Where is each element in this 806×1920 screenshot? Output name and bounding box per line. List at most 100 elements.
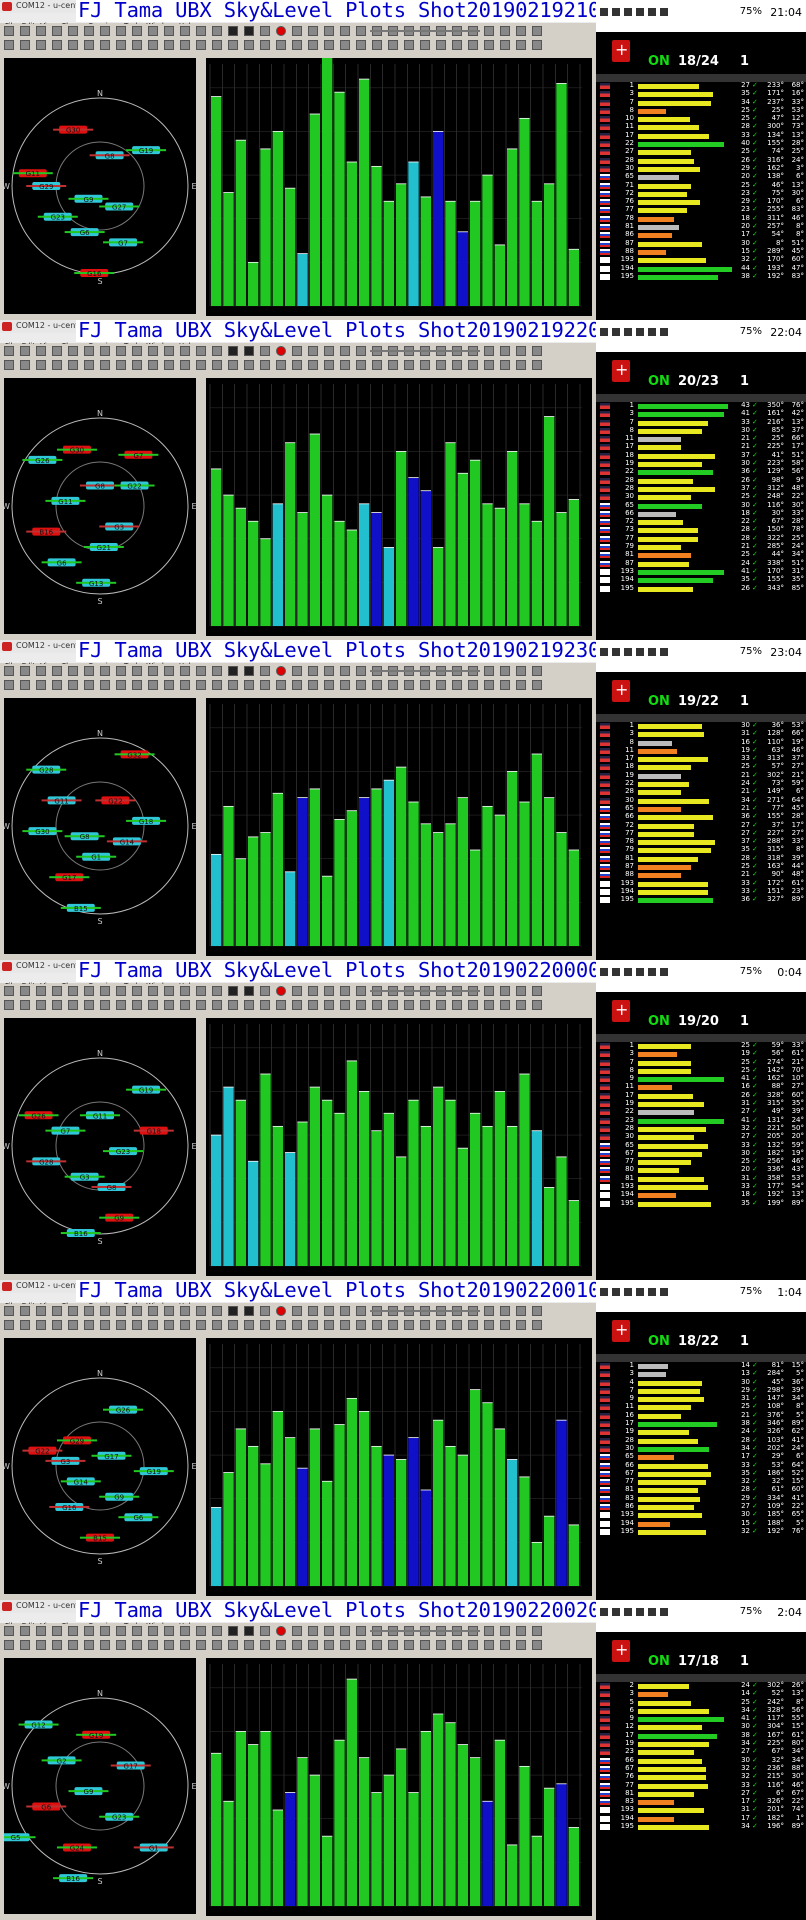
toolbar-icon[interactable]: [340, 666, 350, 676]
toolbar-icon[interactable]: [4, 1320, 14, 1330]
toolbar-icon[interactable]: [132, 26, 142, 36]
toolbar-icon[interactable]: [4, 986, 14, 996]
toolbar-icon[interactable]: [452, 680, 462, 690]
toolbar-icon[interactable]: [228, 1626, 238, 1636]
toolbar-icon[interactable]: [276, 1000, 286, 1010]
toolbar-icon[interactable]: [164, 26, 174, 36]
toolbar-icon[interactable]: [180, 986, 190, 996]
toolbar-icon[interactable]: [500, 360, 510, 370]
toolbar-icon[interactable]: [116, 346, 126, 356]
toolbar-icon[interactable]: [260, 346, 270, 356]
toolbar-icon[interactable]: [532, 1626, 542, 1636]
toolbar-icon[interactable]: [356, 666, 366, 676]
toolbar-icon[interactable]: [180, 666, 190, 676]
playback-slider[interactable]: [370, 1630, 480, 1632]
toolbar-icon[interactable]: [500, 1000, 510, 1010]
toolbar-icon[interactable]: [36, 360, 46, 370]
toolbar-icon[interactable]: [132, 666, 142, 676]
toolbar-icon[interactable]: [452, 40, 462, 50]
toolbar-icon[interactable]: [132, 1320, 142, 1330]
toolbar-icon[interactable]: [100, 346, 110, 356]
toolbar-icon[interactable]: [452, 1640, 462, 1650]
toolbar-icon[interactable]: [180, 26, 190, 36]
toolbar-icon[interactable]: [340, 346, 350, 356]
toolbar-icon[interactable]: [36, 1320, 46, 1330]
toolbar-icon[interactable]: [148, 26, 158, 36]
toolbar-icon[interactable]: [388, 1640, 398, 1650]
toolbar-icon[interactable]: [68, 346, 78, 356]
toolbar-icon[interactable]: [4, 346, 14, 356]
toolbar-icon[interactable]: [484, 26, 494, 36]
toolbar-icon[interactable]: [196, 680, 206, 690]
toolbar-icon[interactable]: [180, 1640, 190, 1650]
toolbar-icon[interactable]: [84, 26, 94, 36]
toolbar-icon[interactable]: [4, 680, 14, 690]
toolbar-icon[interactable]: [324, 986, 334, 996]
toolbar-icon[interactable]: [292, 986, 302, 996]
toolbar-icon[interactable]: [324, 346, 334, 356]
toolbar-icon[interactable]: [468, 1320, 478, 1330]
toolbar-icon[interactable]: [276, 1640, 286, 1650]
toolbar-icon[interactable]: [404, 40, 414, 50]
toolbar-icon[interactable]: [20, 360, 30, 370]
toolbar-icon[interactable]: [212, 26, 222, 36]
toolbar-icon[interactable]: [36, 680, 46, 690]
toolbar-icon[interactable]: [260, 1306, 270, 1316]
toolbar-icon[interactable]: [500, 1320, 510, 1330]
toolbar-icon[interactable]: [468, 680, 478, 690]
toolbar-icon[interactable]: [68, 666, 78, 676]
toolbar-icon[interactable]: [356, 360, 366, 370]
toolbar-icon[interactable]: [244, 1640, 254, 1650]
toolbar-icon[interactable]: [148, 1640, 158, 1650]
toolbar-icon[interactable]: [516, 1306, 526, 1316]
toolbar-icon[interactable]: [308, 26, 318, 36]
toolbar-icon[interactable]: [260, 26, 270, 36]
toolbar-icon[interactable]: [292, 1320, 302, 1330]
toolbar-icon[interactable]: [84, 346, 94, 356]
toolbar-icon[interactable]: [228, 26, 238, 36]
toolbar-icon[interactable]: [340, 1320, 350, 1330]
toolbar-icon[interactable]: [532, 360, 542, 370]
toolbar-icon[interactable]: [148, 346, 158, 356]
toolbar-icon[interactable]: [324, 666, 334, 676]
toolbar-icon[interactable]: [260, 680, 270, 690]
toolbar-icon[interactable]: [196, 26, 206, 36]
toolbar-icon[interactable]: [100, 680, 110, 690]
toolbar-icon[interactable]: [340, 360, 350, 370]
toolbar-icon[interactable]: [68, 26, 78, 36]
toolbar-icon[interactable]: [436, 360, 446, 370]
toolbar-icon[interactable]: [36, 986, 46, 996]
toolbar-icon[interactable]: [324, 26, 334, 36]
toolbar-icon[interactable]: [436, 40, 446, 50]
toolbar-icon[interactable]: [484, 346, 494, 356]
toolbar-icon[interactable]: [180, 346, 190, 356]
toolbar-icon[interactable]: [52, 1640, 62, 1650]
toolbar-icon[interactable]: [20, 680, 30, 690]
toolbar-icon[interactable]: [276, 986, 286, 996]
toolbar-icon[interactable]: [244, 346, 254, 356]
toolbar-icon[interactable]: [292, 1000, 302, 1010]
toolbar-icon[interactable]: [164, 346, 174, 356]
toolbar-icon[interactable]: [516, 346, 526, 356]
toolbar-icon[interactable]: [372, 40, 382, 50]
toolbar-icon[interactable]: [532, 346, 542, 356]
toolbar-icon[interactable]: [212, 1306, 222, 1316]
toolbar-icon[interactable]: [324, 360, 334, 370]
toolbar-icon[interactable]: [212, 1000, 222, 1010]
toolbar-icon[interactable]: [116, 1640, 126, 1650]
playback-slider[interactable]: [370, 670, 480, 672]
toolbar-icon[interactable]: [436, 1320, 446, 1330]
toolbar-icon[interactable]: [20, 346, 30, 356]
toolbar-icon[interactable]: [4, 1000, 14, 1010]
toolbar-icon[interactable]: [516, 1626, 526, 1636]
toolbar-icon[interactable]: [436, 1640, 446, 1650]
toolbar-icon[interactable]: [308, 1626, 318, 1636]
toolbar-icon[interactable]: [468, 360, 478, 370]
toolbar-icon[interactable]: [324, 680, 334, 690]
toolbar-icon[interactable]: [20, 40, 30, 50]
toolbar-icon[interactable]: [20, 26, 30, 36]
toolbar-icon[interactable]: [148, 360, 158, 370]
toolbar-icon[interactable]: [116, 666, 126, 676]
toolbar-icon[interactable]: [516, 26, 526, 36]
toolbar-icon[interactable]: [372, 1640, 382, 1650]
